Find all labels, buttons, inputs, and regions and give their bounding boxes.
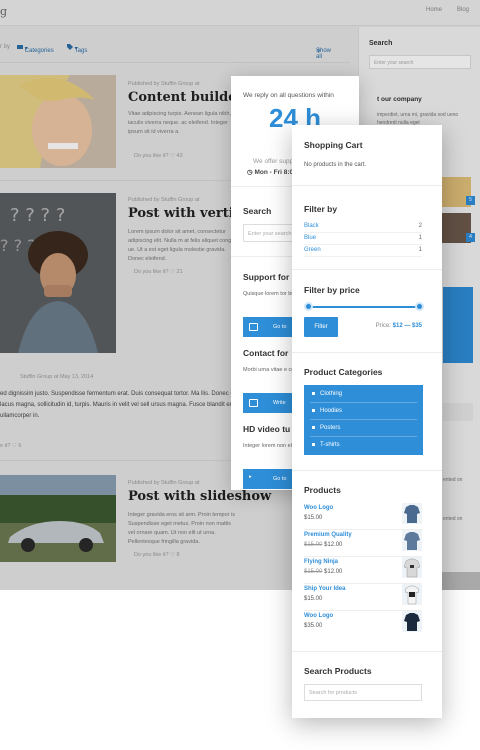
bullet-icon <box>312 425 315 429</box>
product-price: $15.00 <box>304 515 322 521</box>
divider <box>292 470 442 471</box>
category-clothing[interactable]: Clothing <box>312 391 342 397</box>
filter-label: Blue <box>304 235 317 241</box>
filter-label: Green <box>304 247 321 253</box>
product-current-price: $12.00 <box>324 569 343 575</box>
cart-empty-text: No products in the cart. <box>304 162 367 168</box>
product-name[interactable]: Woo Logo <box>304 505 333 511</box>
category-tshirts[interactable]: T-shirts <box>312 442 340 448</box>
contact-button-label: Write <box>273 400 286 406</box>
product-thumbnail[interactable] <box>402 503 422 524</box>
divider <box>310 402 417 403</box>
categories-title: Product Categories <box>304 367 383 377</box>
screenshot-stage: g Home Blog r by Categories ▾ Tags ▾ ⁜ S… <box>0 0 480 750</box>
support-line: We offer supp <box>253 158 294 165</box>
bullet-icon <box>312 391 315 395</box>
category-label: Posters <box>320 425 341 431</box>
search-products-title: Search Products <box>304 666 372 676</box>
play-icon: ▸ <box>249 474 252 480</box>
product-price: $15.00 $12.00 <box>304 542 342 548</box>
divider <box>310 436 417 437</box>
filter-count: 1 <box>418 235 422 241</box>
product-name[interactable]: Premium Quality <box>304 532 352 538</box>
office-hours-text: Mon - Fri 8:0 <box>254 169 294 176</box>
product-current-price: $35.00 <box>304 623 323 629</box>
search-products-input[interactable]: Search for products <box>304 684 422 701</box>
hoodie-thumbnail-icon <box>403 558 421 578</box>
product-item[interactable]: Flying Ninja $15.00 $12.00 <box>304 557 422 584</box>
price-range-value: $12 — $35 <box>392 323 422 329</box>
filter-row-blue[interactable]: Blue 1 <box>304 233 422 245</box>
filter-count: 2 <box>418 223 422 229</box>
product-name[interactable]: Ship Your Idea <box>304 586 345 592</box>
category-label: Clothing <box>320 391 343 397</box>
reply-text: We reply on all questions within <box>243 92 334 99</box>
divider <box>292 185 442 186</box>
category-hoodies[interactable]: Hoodies <box>312 408 342 414</box>
bullet-icon <box>312 408 315 412</box>
filter-row-black[interactable]: Black 2 <box>304 221 422 233</box>
product-current-price: $15.00 <box>304 596 323 602</box>
middle-search-title: Search <box>243 206 272 216</box>
filter-by-title: Filter by <box>304 204 338 214</box>
product-name[interactable]: Flying Ninja <box>304 559 338 565</box>
product-price: $35.00 <box>304 623 322 629</box>
product-item[interactable]: Woo Logo $35.00 <box>304 611 422 638</box>
product-item[interactable]: Ship Your Idea $15.00 <box>304 584 422 611</box>
ticket-icon <box>249 323 258 331</box>
divider <box>292 269 442 270</box>
tshirt-thumbnail-icon <box>404 585 420 605</box>
category-posters[interactable]: Posters <box>312 425 340 431</box>
filter-row-green[interactable]: Green 1 <box>304 245 422 257</box>
product-thumbnail[interactable] <box>402 530 422 551</box>
filter-button[interactable]: Filter <box>304 317 338 337</box>
categories-list: Clothing Hoodies Posters T-shirts <box>304 385 423 455</box>
filter-label: Black <box>304 223 319 229</box>
category-label: Hoodies <box>320 408 343 414</box>
price-filter-title: Filter by price <box>304 285 360 295</box>
hoodie-thumbnail-icon <box>404 532 420 550</box>
product-thumbnail[interactable] <box>402 611 422 632</box>
hoodie-thumbnail-icon <box>404 613 420 631</box>
price-prefix: Price: <box>375 323 391 329</box>
category-label: T-shirts <box>320 442 340 448</box>
product-name[interactable]: Woo Logo <box>304 613 333 619</box>
contact-title: Contact for <box>243 348 289 358</box>
clock-icon: ◷ <box>247 169 253 176</box>
product-thumbnail[interactable] <box>402 584 422 605</box>
envelope-icon <box>249 399 258 407</box>
product-price: $15.00 <box>304 596 322 602</box>
divider <box>292 651 442 652</box>
cart-title: Shopping Cart <box>304 140 363 150</box>
product-current-price: $15.00 <box>304 515 323 521</box>
divider <box>292 352 442 353</box>
divider <box>310 419 417 420</box>
product-old-price: $15.00 <box>304 542 323 548</box>
shop-sidebar-panel: Shopping Cart No products in the cart. F… <box>292 125 442 718</box>
support-title: Support for <box>243 272 290 282</box>
product-item[interactable]: Woo Logo $15.00 <box>304 503 422 530</box>
office-hours: ◷ Mon - Fri 8:0 <box>247 168 293 176</box>
product-price: $15.00 $12.00 <box>304 569 342 575</box>
price-slider-track[interactable] <box>308 306 420 308</box>
price-slider-min-handle[interactable] <box>304 302 313 311</box>
video-title: HD video tu <box>243 424 291 434</box>
support-button-label: Go to <box>273 324 287 330</box>
filter-count: 1 <box>418 247 422 253</box>
product-current-price: $12.00 <box>324 542 343 548</box>
video-button-label: Go to <box>273 476 287 482</box>
product-old-price: $15.00 <box>304 569 323 575</box>
product-item[interactable]: Premium Quality $15.00 $12.00 <box>304 530 422 557</box>
price-range-label: Price: $12 — $35 <box>376 323 422 329</box>
products-title: Products <box>304 485 341 495</box>
product-thumbnail[interactable] <box>402 557 422 578</box>
bullet-icon <box>312 442 315 446</box>
hoodie-thumbnail-icon <box>404 505 420 523</box>
price-slider-max-handle[interactable] <box>415 302 424 311</box>
